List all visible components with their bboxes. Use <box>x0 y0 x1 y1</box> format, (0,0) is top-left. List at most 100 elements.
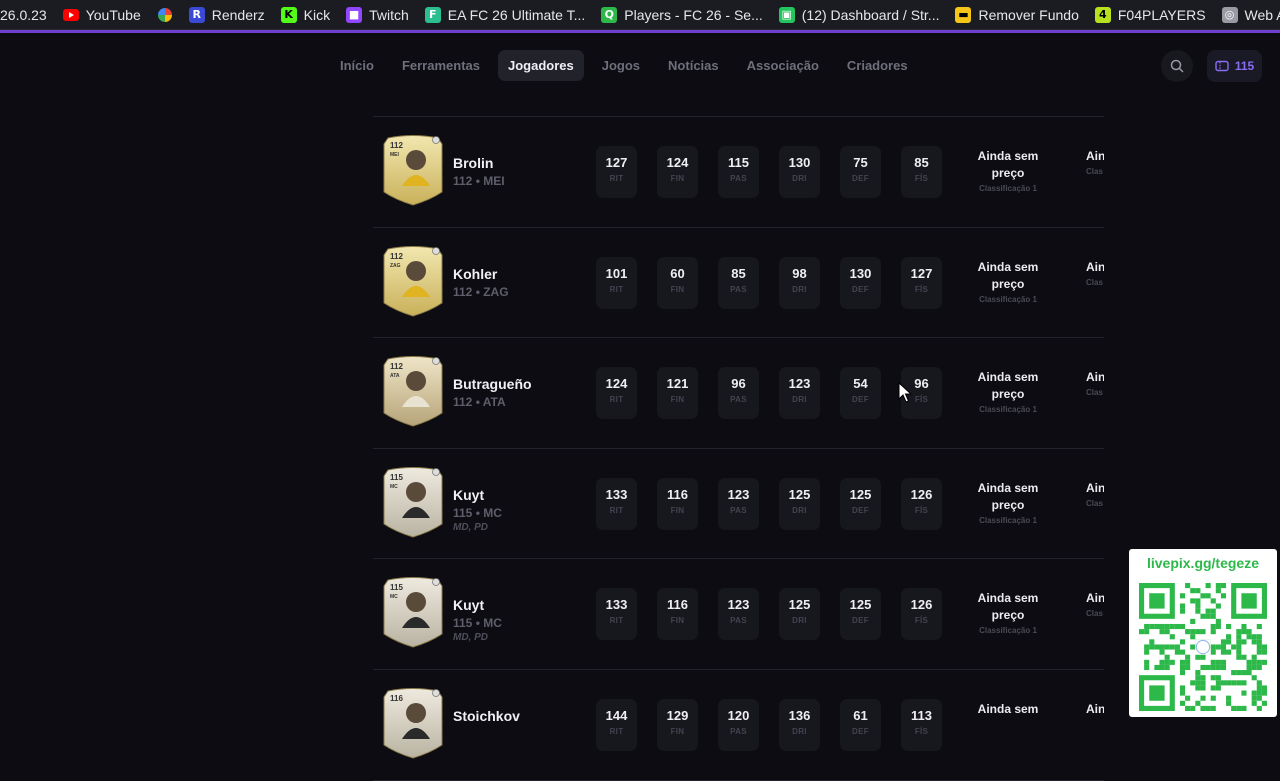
tab-criadores[interactable]: Criadores <box>837 50 918 81</box>
stat-label: DEF <box>852 616 869 626</box>
search-button[interactable] <box>1161 50 1193 82</box>
card-rating: 112 <box>390 252 403 261</box>
coins-badge[interactable]: 115 <box>1207 50 1262 82</box>
player-rating-position: 112 • ATA <box>453 395 506 410</box>
rank-text: Classificação 1 <box>979 626 1037 636</box>
stat-label: DEF <box>852 726 869 736</box>
stat-label: FÍS <box>914 616 929 626</box>
bookmark-7[interactable]: Q Players - FC 26 - Se... <box>593 0 770 29</box>
player-name[interactable]: Butragueño <box>453 376 532 392</box>
bookmark-2[interactable] <box>149 0 181 29</box>
f04-icon: 4 <box>1094 6 1111 23</box>
stat-value: 123 <box>727 486 750 502</box>
stat-value: 125 <box>849 597 872 613</box>
player-rating-position: 112 • MEI <box>453 174 505 188</box>
price-cell: Ainda sem preço Classificação 1 <box>971 369 1045 416</box>
tab-noticias[interactable]: Notícias <box>658 50 729 81</box>
rank-text-2: Clas <box>1086 609 1103 619</box>
stat-label: DRI <box>792 174 807 183</box>
price-text-2: Ain p <box>1086 480 1104 495</box>
stat-label: FÍS <box>914 505 929 515</box>
price-text-2: Ain p <box>1086 259 1104 274</box>
stat-value: 98 <box>792 265 807 281</box>
stat-value: 125 <box>788 597 811 613</box>
bookmark-6[interactable]: F EA FC 26 Ultimate T... <box>417 0 593 29</box>
player-row[interactable]: 112 ZAG Kohler 112 • ZAG 101 RIT 60 FIN 85 PAS 98 D… <box>373 228 1104 339</box>
stat-value: 133 <box>605 486 628 502</box>
stat-dri: 123 DRI <box>779 367 820 420</box>
rank-text-2: Clas <box>1086 388 1103 398</box>
player-name[interactable]: Stoichkov <box>453 708 520 724</box>
stat-value: 124 <box>666 155 689 170</box>
stat-label: DRI <box>792 726 807 736</box>
player-row[interactable]: 115 MC Kuyt 115 • MC MD, PD 133 RIT 116 FIN 123 PA… <box>373 449 1104 560</box>
stat-label: DEF <box>852 284 869 294</box>
tab-jogadores[interactable]: Jogadores <box>498 50 584 81</box>
player-card-icon: 115 MC <box>383 577 443 648</box>
player-name[interactable]: Kuyt <box>453 487 484 503</box>
stat-value: 121 <box>666 376 689 392</box>
bookmark-10[interactable]: 4 F04PLAYERS <box>1087 0 1214 29</box>
bookmark-9[interactable]: ▬ Remover Fundo <box>947 0 1086 29</box>
stat-value: 101 <box>605 265 628 281</box>
stat-label: DEF <box>852 174 869 183</box>
kick-icon: K <box>280 6 297 23</box>
stat-pas: 120 PAS <box>718 698 759 751</box>
player-card-icon: 112 ZAG <box>383 245 443 317</box>
stat-value: 133 <box>605 597 628 613</box>
price-text-2: Ain p <box>1086 591 1104 606</box>
stat-value: 85 <box>914 155 929 170</box>
card-rating: 115 <box>390 473 403 482</box>
stat-fin: 60 FIN <box>657 256 698 309</box>
bookmark-label: YouTube <box>85 6 141 23</box>
stat-value: 116 <box>667 486 688 502</box>
price-text: Ainda sem preço <box>977 149 1039 180</box>
search-icon <box>1170 59 1184 73</box>
bookmark-5[interactable]: ■ Twitch <box>338 0 417 29</box>
bookmark-0[interactable]: 26.0.23 <box>0 0 55 29</box>
stat-fís: 127 FÍS <box>901 256 942 309</box>
player-rating-position: 115 • MC <box>453 505 502 520</box>
rank-text: Classificação 1 <box>979 184 1037 193</box>
top-navigation: Início Ferramentas Jogadores Jogos Notícias A… <box>0 50 1280 82</box>
bookmark-4[interactable]: K Kick <box>273 0 338 29</box>
player-name[interactable]: Kuyt <box>453 597 484 613</box>
player-name[interactable]: Kohler <box>453 266 497 282</box>
stat-def: 75 DEF <box>840 146 881 198</box>
bookmark-label: Players - FC 26 - Se... <box>624 6 763 23</box>
bookmark-11[interactable]: ◎ Web Ap <box>1214 0 1280 29</box>
stat-label: DEF <box>852 395 869 405</box>
stat-value: 113 <box>911 707 932 723</box>
price-text: Ainda sem preço <box>977 480 1039 512</box>
bookmark-1[interactable]: YouTube <box>55 0 149 29</box>
player-name[interactable]: Brolin <box>453 155 493 171</box>
price-text-2: Ain p <box>1086 149 1104 163</box>
stat-label: RIT <box>609 395 624 405</box>
stat-value: 123 <box>727 597 750 613</box>
tab-inicio[interactable]: Início <box>330 50 384 81</box>
stat-rit: 101 RIT <box>596 256 637 309</box>
tab-associacao[interactable]: Associação <box>737 50 829 81</box>
tab-ferramentas[interactable]: Ferramentas <box>392 50 490 81</box>
player-row[interactable]: 116 Stoichkov 144 RIT 129 FIN 120 PAS 136 DRI 61 DE… <box>373 670 1104 781</box>
stat-fís: 126 FÍS <box>901 477 942 530</box>
player-card-icon: 112 MEI <box>383 135 443 206</box>
stat-value: 126 <box>910 597 933 613</box>
stat-label: DRI <box>792 395 807 405</box>
player-row[interactable]: 115 MC Kuyt 115 • MC MD, PD 133 RIT 116 FIN 123 PA… <box>373 559 1104 670</box>
tab-jogos[interactable]: Jogos <box>592 50 650 81</box>
stat-label: FÍS <box>914 284 929 294</box>
stat-rit: 127 RIT <box>596 146 637 198</box>
player-alt-positions: MD, PD <box>453 632 488 644</box>
player-rating-position: 112 • ZAG <box>453 284 509 299</box>
bookmark-3[interactable]: R Renderz <box>181 0 273 29</box>
stat-dri: 125 DRI <box>779 477 820 530</box>
player-row[interactable]: 112 MEI Brolin 112 • MEI 127 RIT 124 FIN 115 PAS 1… <box>373 117 1104 228</box>
stat-value: 123 <box>788 376 811 392</box>
bookmark-8[interactable]: ▣ (12) Dashboard / Str... <box>771 0 948 29</box>
price-text: Ainda sem preço <box>977 591 1039 623</box>
player-row[interactable]: 112 ATA Butragueño 112 • ATA 124 RIT 121 FIN 96 P… <box>373 338 1104 449</box>
stat-dri: 136 DRI <box>779 698 820 751</box>
stat-value: 120 <box>727 707 750 723</box>
bookmarks-bar: 26.0.23 YouTube R Renderz K Kick ■ Twitch F EA FC… <box>0 0 1280 30</box>
